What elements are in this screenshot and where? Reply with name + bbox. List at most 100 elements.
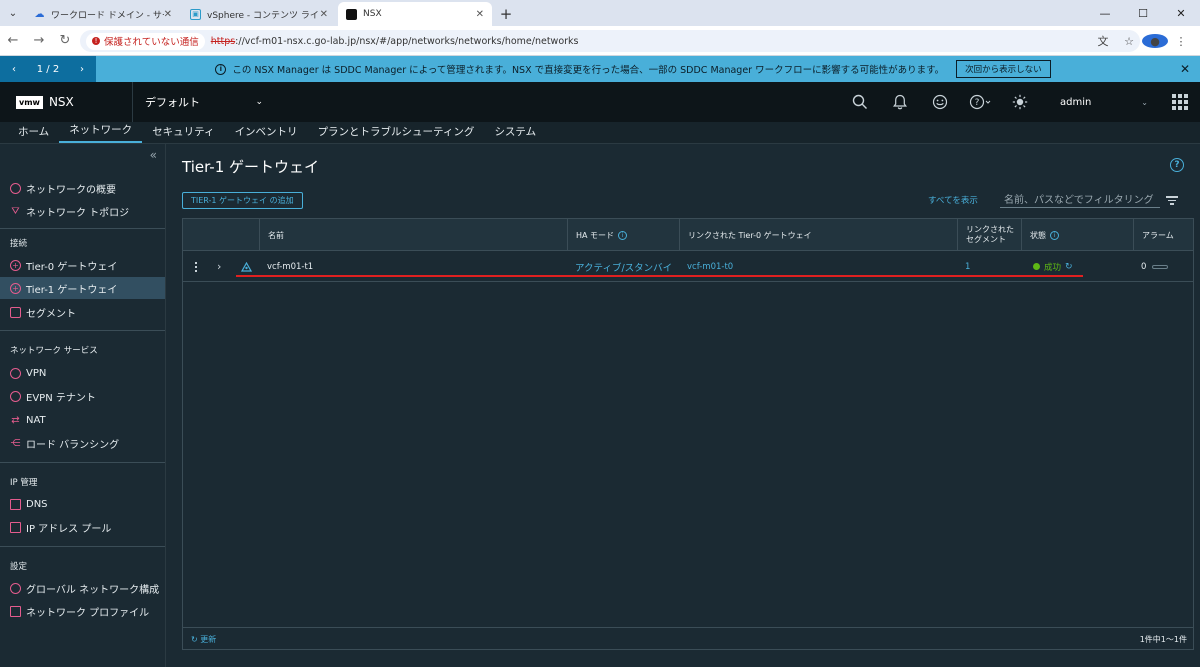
sidebar-item-tier0[interactable]: + Tier-0 ゲートウェイ bbox=[0, 254, 165, 276]
filter-icon[interactable] bbox=[1166, 196, 1178, 207]
close-tab-icon[interactable]: ✕ bbox=[476, 9, 484, 20]
table-row[interactable]: › vcf-m01-t1 アクティブ/スタンバイ vcf-m01-t0 1 成功… bbox=[183, 251, 1193, 282]
sidebar-item-dns[interactable]: DNS bbox=[0, 493, 165, 515]
close-tab-icon[interactable]: ✕ bbox=[164, 9, 172, 20]
sidebar-section-connectivity: 接続 bbox=[10, 239, 28, 249]
sidebar-item-network-profiles[interactable]: ネットワーク プロファイル bbox=[0, 600, 165, 622]
tab-networking[interactable]: ネットワーク bbox=[59, 121, 143, 143]
sidebar-item-nat[interactable]: ⇄ NAT bbox=[0, 409, 165, 431]
refresh-status-icon[interactable]: ↻ bbox=[1065, 262, 1073, 272]
browser-actions: 文 ☆ ● ⋮ bbox=[1090, 26, 1194, 56]
show-all-link[interactable]: すべてを表示 bbox=[928, 194, 978, 206]
prev-arrow-icon[interactable]: ‹ bbox=[12, 64, 16, 75]
row-actions-kebab-icon[interactable] bbox=[195, 251, 198, 282]
col-alarms[interactable]: アラーム bbox=[1133, 219, 1193, 251]
search-icon[interactable] bbox=[840, 82, 880, 122]
maximize-icon[interactable]: ☐ bbox=[1124, 0, 1162, 26]
security-label: 保護されていない通信 bbox=[104, 37, 199, 48]
col-label: HA モード bbox=[576, 230, 615, 240]
segment-icon bbox=[10, 306, 21, 318]
tab-home[interactable]: ホーム bbox=[8, 121, 59, 143]
translate-icon[interactable]: 文 bbox=[1090, 33, 1116, 49]
col-label: セグメント bbox=[966, 235, 1006, 244]
load-balancer-icon: ⋲ bbox=[10, 437, 21, 449]
tab-plan-troubleshoot[interactable]: プランとトラブルシューティング bbox=[308, 121, 485, 143]
sidebar-item-evpn[interactable]: EVPN テナント bbox=[0, 385, 165, 407]
info-banner: ‹ 1 / 2 › i この NSX Manager は SDDC Manage… bbox=[0, 56, 1200, 82]
url-field[interactable]: ! 保護されていない通信 https://vcf-m01-nsx.c.go-la… bbox=[80, 30, 1140, 52]
back-icon[interactable]: ← bbox=[0, 26, 26, 56]
sidebar-item-network-overview[interactable]: ネットワークの概要 bbox=[0, 177, 165, 199]
sidebar-item-label: VPN bbox=[26, 367, 47, 379]
add-tier1-gateway-button[interactable]: TIER-1 ゲートウェイ の追加 bbox=[182, 192, 303, 209]
app-launcher-grid-icon[interactable] bbox=[1160, 82, 1200, 122]
close-window-icon[interactable]: ✕ bbox=[1162, 0, 1200, 26]
bell-icon[interactable] bbox=[880, 82, 920, 122]
tab-security[interactable]: セキュリティ bbox=[142, 121, 224, 143]
success-dot-icon bbox=[1033, 263, 1040, 270]
gateway-icon bbox=[241, 251, 252, 282]
filter-input[interactable]: 名前、パスなどでフィルタリング bbox=[1000, 190, 1160, 208]
sidebar-item-load-balancing[interactable]: ⋲ ロード バランシング bbox=[0, 432, 165, 454]
forward-icon[interactable]: → bbox=[26, 26, 52, 56]
col-linked-segments[interactable]: リンクされた セグメント bbox=[957, 219, 1021, 251]
linked-t0-link[interactable]: vcf-m01-t0 bbox=[687, 251, 733, 282]
sidebar-item-vpn[interactable]: VPN bbox=[0, 362, 165, 384]
app-logo[interactable]: vmw NSX bbox=[0, 82, 133, 122]
sidebar-item-tier1[interactable]: + Tier-1 ゲートウェイ bbox=[0, 277, 165, 299]
expand-row-chevron-icon[interactable]: › bbox=[217, 251, 221, 282]
vmw-logo: vmw bbox=[16, 95, 43, 109]
next-arrow-icon[interactable]: › bbox=[80, 64, 84, 75]
info-icon[interactable]: i bbox=[1050, 230, 1059, 240]
browser-tab-1[interactable]: ☁ ワークロード ドメイン - サービス ✕ bbox=[26, 2, 180, 26]
new-tab-icon[interactable]: + bbox=[494, 2, 518, 26]
tab-system[interactable]: システム bbox=[484, 121, 546, 143]
red-underline-annotation bbox=[236, 275, 1083, 277]
main-nav-tabs: ホーム ネットワーク セキュリティ インベントリ プランとトラブルシューティング… bbox=[0, 122, 1200, 144]
linked-segments-link[interactable]: 1 bbox=[965, 251, 970, 282]
help-icon[interactable]: ? bbox=[1170, 158, 1184, 172]
theme-sun-icon[interactable] bbox=[1000, 82, 1040, 122]
sidebar-item-network-topology[interactable]: ⛛ ネットワーク トポロジ bbox=[0, 200, 165, 222]
url-scheme: https bbox=[210, 35, 236, 47]
col-name[interactable]: 名前 bbox=[259, 219, 567, 251]
help-menu-icon[interactable]: ? bbox=[960, 82, 1000, 122]
info-icon[interactable]: i bbox=[618, 230, 628, 240]
browser-tab-3[interactable]: NSX ✕ bbox=[338, 2, 492, 26]
sidebar-divider bbox=[0, 462, 165, 463]
dns-icon bbox=[10, 498, 21, 510]
project-selector[interactable]: デフォルト ⌄ bbox=[133, 94, 263, 110]
bookmark-star-icon[interactable]: ☆ bbox=[1116, 35, 1142, 48]
reload-icon[interactable]: ↻ bbox=[52, 26, 78, 56]
ha-mode-link[interactable]: アクティブ/スタンバイ bbox=[575, 251, 672, 282]
evpn-icon bbox=[10, 390, 21, 402]
col-ha-mode[interactable]: HA モード i bbox=[567, 219, 679, 251]
profile-icon[interactable]: ● bbox=[1142, 34, 1168, 48]
gateway-icon: + bbox=[10, 259, 21, 271]
security-chip[interactable]: ! 保護されていない通信 bbox=[86, 32, 205, 50]
collapse-sidebar-icon[interactable]: « bbox=[150, 148, 157, 162]
col-status[interactable]: 状態 i bbox=[1021, 219, 1133, 251]
browser-menu-icon[interactable]: ⋮ bbox=[1168, 35, 1194, 48]
refresh-button[interactable]: ↻ 更新 bbox=[191, 634, 216, 645]
sidebar-item-label: ネットワークの概要 bbox=[26, 184, 116, 196]
cloud-icon: ☁ bbox=[34, 8, 45, 20]
close-tab-icon[interactable]: ✕ bbox=[320, 9, 328, 20]
alarms-cell: 0 bbox=[1141, 251, 1169, 282]
tab-search-icon[interactable]: ⌄ bbox=[0, 0, 26, 26]
tab-inventory[interactable]: インベントリ bbox=[225, 121, 308, 143]
col-linked-t0[interactable]: リンクされた Tier-0 ゲートウェイ bbox=[679, 219, 957, 251]
user-menu[interactable]: admin ⌄ bbox=[1040, 97, 1160, 108]
refresh-label: 更新 bbox=[200, 635, 217, 644]
nat-icon: ⇄ bbox=[11, 414, 20, 426]
sidebar-item-ip-pools[interactable]: IP アドレス プール bbox=[0, 516, 165, 538]
dont-show-again-button[interactable]: 次回から表示しない bbox=[956, 60, 1051, 78]
sidebar-item-segments[interactable]: セグメント bbox=[0, 301, 165, 323]
minimize-icon[interactable]: — bbox=[1086, 0, 1124, 26]
tab-title: ワークロード ドメイン - サービス bbox=[51, 10, 164, 21]
browser-tab-2[interactable]: ▣ vSphere - コンテンツ ライブラリ ✕ bbox=[182, 2, 336, 26]
feedback-icon[interactable] bbox=[920, 82, 960, 122]
banner-close-icon[interactable]: ✕ bbox=[1170, 62, 1200, 76]
sidebar-item-global-network-config[interactable]: グローバル ネットワーク構成 bbox=[0, 577, 165, 599]
nsx-icon bbox=[346, 8, 357, 20]
